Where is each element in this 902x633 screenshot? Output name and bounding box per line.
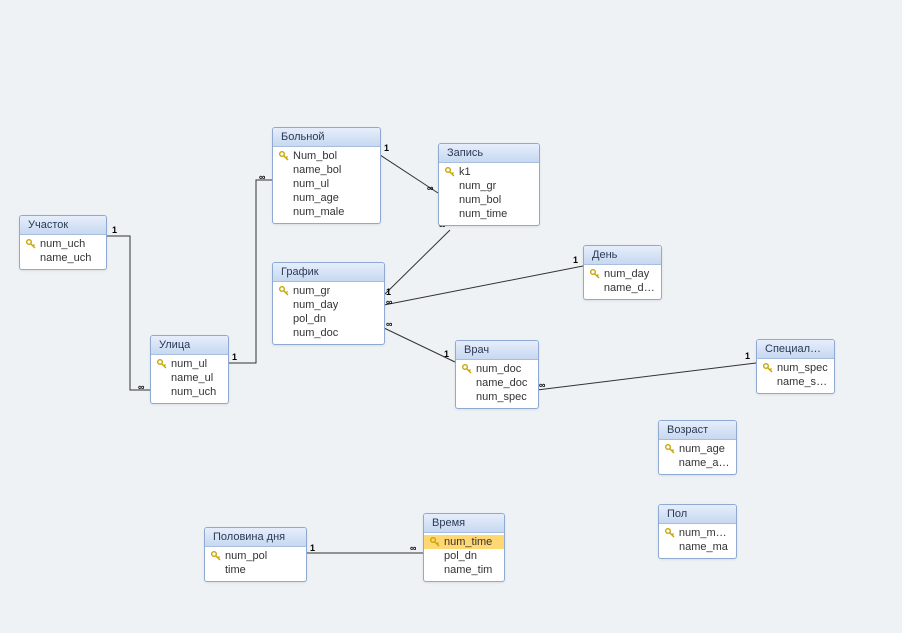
field-row[interactable]: num_age [273, 191, 380, 205]
field-row[interactable]: num_time [439, 207, 539, 221]
key-icon [588, 269, 602, 279]
field-row[interactable]: num_doc [273, 326, 384, 340]
field-row[interactable]: pol_dn [424, 549, 504, 563]
rel-one: 1 [112, 225, 117, 235]
field-row[interactable]: k1 [439, 165, 539, 179]
field-row[interactable]: num_day [584, 267, 661, 281]
entity-vozrast[interactable]: Возраст num_age name_age [658, 420, 737, 475]
key-icon [443, 167, 457, 177]
field-row[interactable]: name_age [659, 456, 736, 470]
entity-body: num_doc name_doc num_spec [456, 360, 538, 408]
field-row[interactable]: num_time [424, 535, 504, 549]
field-row[interactable]: name_day [584, 281, 661, 295]
entity-title: Улица [151, 336, 228, 355]
entity-title: Половина дня [205, 528, 306, 547]
entity-body: num_gr num_day pol_dn num_doc [273, 282, 384, 344]
field-row[interactable]: time [205, 563, 306, 577]
entity-body: num_time pol_dn name_tim [424, 533, 504, 581]
field-row[interactable]: num_male [659, 526, 736, 540]
key-icon [277, 151, 291, 161]
entity-polovina[interactable]: Половина дня num_pol time [204, 527, 307, 582]
entity-special[interactable]: Специальн... num_spec name_spe [756, 339, 835, 394]
key-icon [663, 444, 677, 454]
field-row[interactable]: num_day [273, 298, 384, 312]
rel-one: 1 [386, 287, 391, 297]
field-row[interactable]: num_gr [273, 284, 384, 298]
field-row[interactable]: num_male [273, 205, 380, 219]
entity-grafik[interactable]: График num_gr num_day pol_dn num_doc [272, 262, 385, 345]
field-row[interactable]: name_uch [20, 251, 106, 265]
entity-title: Специальн... [757, 340, 834, 359]
rel-many: ∞ [138, 382, 144, 392]
entity-body: num_uch name_uch [20, 235, 106, 269]
field-row[interactable]: num_ul [151, 357, 228, 371]
entity-title: График [273, 263, 384, 282]
field-row[interactable]: name_tim [424, 563, 504, 577]
field-row[interactable]: num_uch [20, 237, 106, 251]
field-row[interactable]: num_bol [439, 193, 539, 207]
rel-one: 1 [745, 351, 750, 361]
key-icon [663, 528, 677, 538]
field-row[interactable]: num_gr [439, 179, 539, 193]
rel-many: ∞ [259, 172, 265, 182]
rel-one: 1 [573, 255, 578, 265]
entity-body: num_ul name_ul num_uch [151, 355, 228, 403]
key-icon [761, 363, 775, 373]
entity-body: num_male name_ma [659, 524, 736, 558]
entity-title: Запись [439, 144, 539, 163]
entity-title: Участок [20, 216, 106, 235]
entity-title: Больной [273, 128, 380, 147]
entity-den[interactable]: День num_day name_day [583, 245, 662, 300]
field-row[interactable]: num_ul [273, 177, 380, 191]
entity-body: num_pol time [205, 547, 306, 581]
field-row[interactable]: name_ma [659, 540, 736, 554]
field-row[interactable]: name_spe [757, 375, 834, 389]
entity-title: День [584, 246, 661, 265]
field-row[interactable]: num_doc [456, 362, 538, 376]
field-row[interactable]: num_spec [456, 390, 538, 404]
rel-one: 1 [232, 352, 237, 362]
entity-title: Возраст [659, 421, 736, 440]
key-icon [460, 364, 474, 374]
entity-vremya[interactable]: Время num_time pol_dn name_tim [423, 513, 505, 582]
entity-pol[interactable]: Пол num_male name_ma [658, 504, 737, 559]
rel-many: ∞ [410, 543, 416, 553]
rel-one: 1 [384, 143, 389, 153]
entity-body: k1 num_gr num_bol num_time [439, 163, 539, 225]
key-icon [277, 286, 291, 296]
key-icon [24, 239, 38, 249]
rel-many: ∞ [386, 297, 392, 307]
entity-vrach[interactable]: Врач num_doc name_doc num_spec [455, 340, 539, 409]
entity-body: num_spec name_spe [757, 359, 834, 393]
key-icon [155, 359, 169, 369]
rel-one: 1 [444, 349, 449, 359]
key-icon [428, 537, 442, 547]
entity-title: Время [424, 514, 504, 533]
field-row[interactable]: Num_bol [273, 149, 380, 163]
field-row[interactable]: name_bol [273, 163, 380, 177]
entity-bolnoy[interactable]: Больной Num_bol name_bol num_ul num_age … [272, 127, 381, 224]
entity-body: num_day name_day [584, 265, 661, 299]
rel-one: 1 [310, 543, 315, 553]
key-icon [209, 551, 223, 561]
entity-title: Пол [659, 505, 736, 524]
field-row[interactable]: num_age [659, 442, 736, 456]
field-row[interactable]: num_pol [205, 549, 306, 563]
rel-many: ∞ [427, 183, 433, 193]
entity-title: Врач [456, 341, 538, 360]
entity-body: num_age name_age [659, 440, 736, 474]
field-row[interactable]: name_doc [456, 376, 538, 390]
rel-many: ∞ [386, 319, 392, 329]
field-row[interactable]: num_spec [757, 361, 834, 375]
entity-body: Num_bol name_bol num_ul num_age num_male [273, 147, 380, 223]
entity-ulitsa[interactable]: Улица num_ul name_ul num_uch [150, 335, 229, 404]
field-row[interactable]: name_ul [151, 371, 228, 385]
entity-uchastok[interactable]: Участок num_uch name_uch [19, 215, 107, 270]
field-row[interactable]: num_uch [151, 385, 228, 399]
entity-zapis[interactable]: Запись k1 num_gr num_bol num_time [438, 143, 540, 226]
rel-many: ∞ [539, 380, 545, 390]
field-row[interactable]: pol_dn [273, 312, 384, 326]
